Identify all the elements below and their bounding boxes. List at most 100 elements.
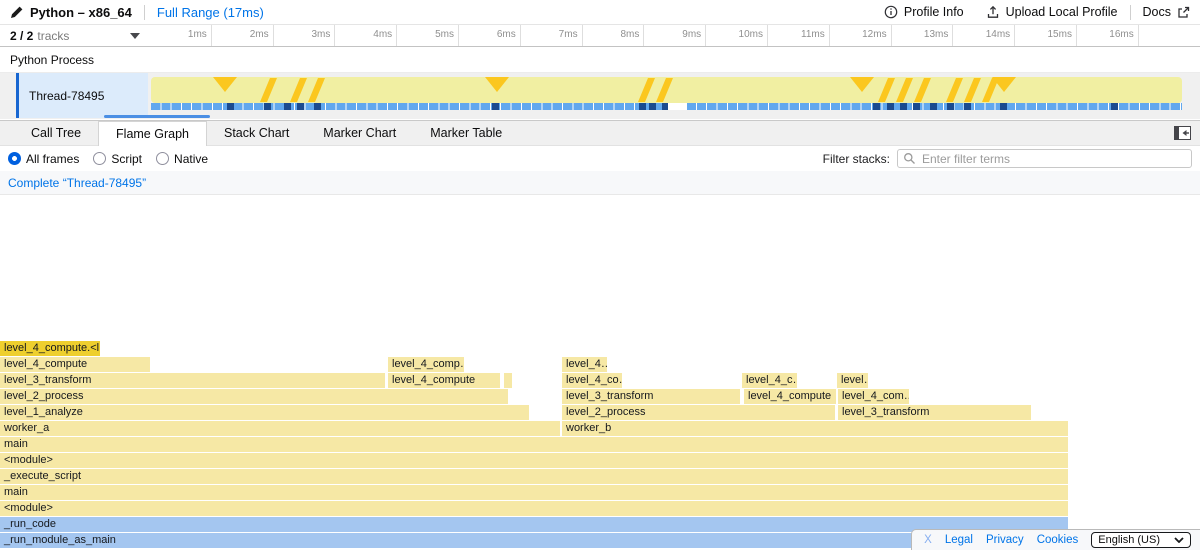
sample-strip-tick: [873, 103, 880, 110]
radio-all-frames[interactable]: All frames: [8, 152, 79, 166]
flame-block[interactable]: level_4_compute: [744, 389, 836, 404]
flame-block[interactable]: _run_code: [0, 517, 1068, 532]
edit-pencil-icon[interactable]: [10, 5, 24, 19]
flame-block[interactable]: worker_b: [562, 421, 1068, 436]
sample-strip[interactable]: [151, 103, 1182, 110]
thread-activity-graph[interactable]: [151, 77, 1182, 111]
ruler-tick-label: 2ms: [212, 25, 274, 46]
footer-link-x[interactable]: X: [924, 534, 932, 546]
full-range-button[interactable]: Full Range (17ms): [157, 5, 264, 20]
ruler-tick-label: 4ms: [335, 25, 397, 46]
sample-strip-tick: [492, 103, 499, 110]
radio-label: Script: [111, 152, 142, 166]
upload-icon: [986, 5, 1000, 19]
flame-block[interactable]: level_4_compute: [0, 357, 150, 372]
ruler-tick-label: 11ms: [768, 25, 830, 46]
flame-block[interactable]: level_2_process: [0, 389, 508, 404]
timeline-tracks: Python Process Thread-78495: [0, 47, 1200, 120]
footer-links: X Legal Privacy Cookies: [924, 534, 1078, 546]
sidebar-toggle-button[interactable]: [1174, 126, 1191, 140]
flame-block[interactable]: level_4_c…: [742, 373, 797, 388]
thread-name: Thread-78495: [29, 89, 104, 103]
sample-strip-tick: [314, 103, 321, 110]
app-header: Python – x86_64 Full Range (17ms) Profil…: [0, 0, 1200, 25]
tab-flame-graph[interactable]: Flame Graph: [98, 121, 207, 146]
language-select[interactable]: English (US): [1091, 532, 1191, 548]
radio-label: Native: [174, 152, 208, 166]
flame-graph: level_4_compute.<l…level_4_computelevel_…: [0, 341, 1200, 550]
sample-strip-gap: [668, 103, 687, 110]
flame-block[interactable]: level_4_co…: [562, 373, 622, 388]
thread-track-row[interactable]: Thread-78495: [0, 73, 1200, 119]
flame-block[interactable]: <module>: [0, 501, 1068, 516]
flame-block[interactable]: level_1_analyze: [0, 405, 529, 420]
flame-block[interactable]: main: [0, 485, 1068, 500]
flame-block[interactable]: _execute_script: [0, 469, 1068, 484]
tab-call-tree[interactable]: Call Tree: [14, 121, 98, 145]
profile-info-button[interactable]: Profile Info: [884, 5, 964, 19]
flame-block[interactable]: level_4_compute.<l…: [0, 341, 100, 356]
breadcrumb-complete-thread[interactable]: Complete “Thread-78495”: [8, 176, 146, 190]
tracks-count-dropdown[interactable]: 2 / 2 tracks: [0, 25, 150, 46]
ruler-tick-label: 6ms: [459, 25, 521, 46]
sample-strip-tick: [284, 103, 291, 110]
radio-native[interactable]: Native: [156, 152, 208, 166]
chevron-down-icon[interactable]: [130, 33, 140, 39]
flame-block[interactable]: level_4_comp…: [388, 357, 464, 372]
sample-strip-tick: [264, 103, 271, 110]
chevron-down-icon: [1174, 537, 1184, 543]
sample-strip-tick: [947, 103, 954, 110]
filter-stacks: Filter stacks:: [823, 149, 1192, 168]
flame-block[interactable]: level_2_process: [562, 405, 835, 420]
footer-link-legal[interactable]: Legal: [945, 534, 973, 546]
sample-strip-tick: [913, 103, 920, 110]
frame-type-radios: All frames Script Native: [8, 152, 222, 166]
docs-link[interactable]: Docs: [1143, 5, 1190, 19]
flame-block[interactable]: level_4_compute: [388, 373, 500, 388]
ruler-tick-label: 1ms: [150, 25, 212, 46]
flame-block[interactable]: level_4…: [562, 357, 607, 372]
thread-track-label[interactable]: Thread-78495: [16, 73, 148, 118]
panel-tabs: Call TreeFlame GraphStack ChartMarker Ch…: [14, 121, 519, 145]
upload-local-profile-button[interactable]: Upload Local Profile: [986, 5, 1118, 19]
tab-stack-chart[interactable]: Stack Chart: [207, 121, 306, 145]
flame-block[interactable]: _run_module_as_main: [0, 533, 1068, 548]
timeline-ruler-row: 2 / 2 tracks 1ms2ms3ms4ms5ms6ms7ms8ms9ms…: [0, 25, 1200, 47]
flame-block[interactable]: worker_a: [0, 421, 560, 436]
timeline-ruler[interactable]: 1ms2ms3ms4ms5ms6ms7ms8ms9ms10ms11ms12ms1…: [150, 25, 1200, 46]
search-icon: [903, 152, 916, 165]
sample-strip-tick: [964, 103, 971, 110]
radio-icon: [8, 152, 21, 165]
filter-input-box[interactable]: [897, 149, 1192, 168]
ruler-tick-label: 5ms: [397, 25, 459, 46]
header-divider: [144, 5, 145, 20]
tab-marker-table[interactable]: Marker Table: [413, 121, 519, 145]
ruler-tick-label: 3ms: [274, 25, 336, 46]
radio-script[interactable]: Script: [93, 152, 142, 166]
flame-block[interactable]: level_3_transform: [562, 389, 740, 404]
ruler-tick-label: 7ms: [521, 25, 583, 46]
flame-block[interactable]: main: [0, 437, 1068, 452]
ruler-tick-label: 14ms: [953, 25, 1015, 46]
external-link-icon: [1177, 6, 1190, 19]
flame-block[interactable]: [504, 373, 512, 388]
ruler-tick-label: 9ms: [644, 25, 706, 46]
breadcrumb-row: Complete “Thread-78495”: [0, 171, 1200, 195]
process-track-row[interactable]: Python Process: [0, 47, 1200, 73]
footer-link-privacy[interactable]: Privacy: [986, 534, 1024, 546]
tracks-count-value: 2 / 2: [10, 29, 33, 43]
sample-strip-tick: [1000, 103, 1007, 110]
sample-strip-tick: [887, 103, 894, 110]
profile-title: Python – x86_64: [30, 5, 132, 20]
flame-block[interactable]: <module>: [0, 453, 1068, 468]
tab-marker-chart[interactable]: Marker Chart: [306, 121, 413, 145]
footer-link-cookies[interactable]: Cookies: [1037, 534, 1079, 546]
filter-input[interactable]: [920, 151, 1186, 167]
flame-block[interactable]: level_3_transform: [838, 405, 1031, 420]
track-scrollbar-thumb[interactable]: [104, 115, 210, 118]
activity-markers-canvas: [151, 77, 1182, 103]
flame-block[interactable]: level_3_transform: [0, 373, 385, 388]
flame-block[interactable]: level_4_com…: [838, 389, 909, 404]
panel-tabbar: Call TreeFlame GraphStack ChartMarker Ch…: [0, 120, 1200, 146]
flame-block[interactable]: level…: [837, 373, 868, 388]
